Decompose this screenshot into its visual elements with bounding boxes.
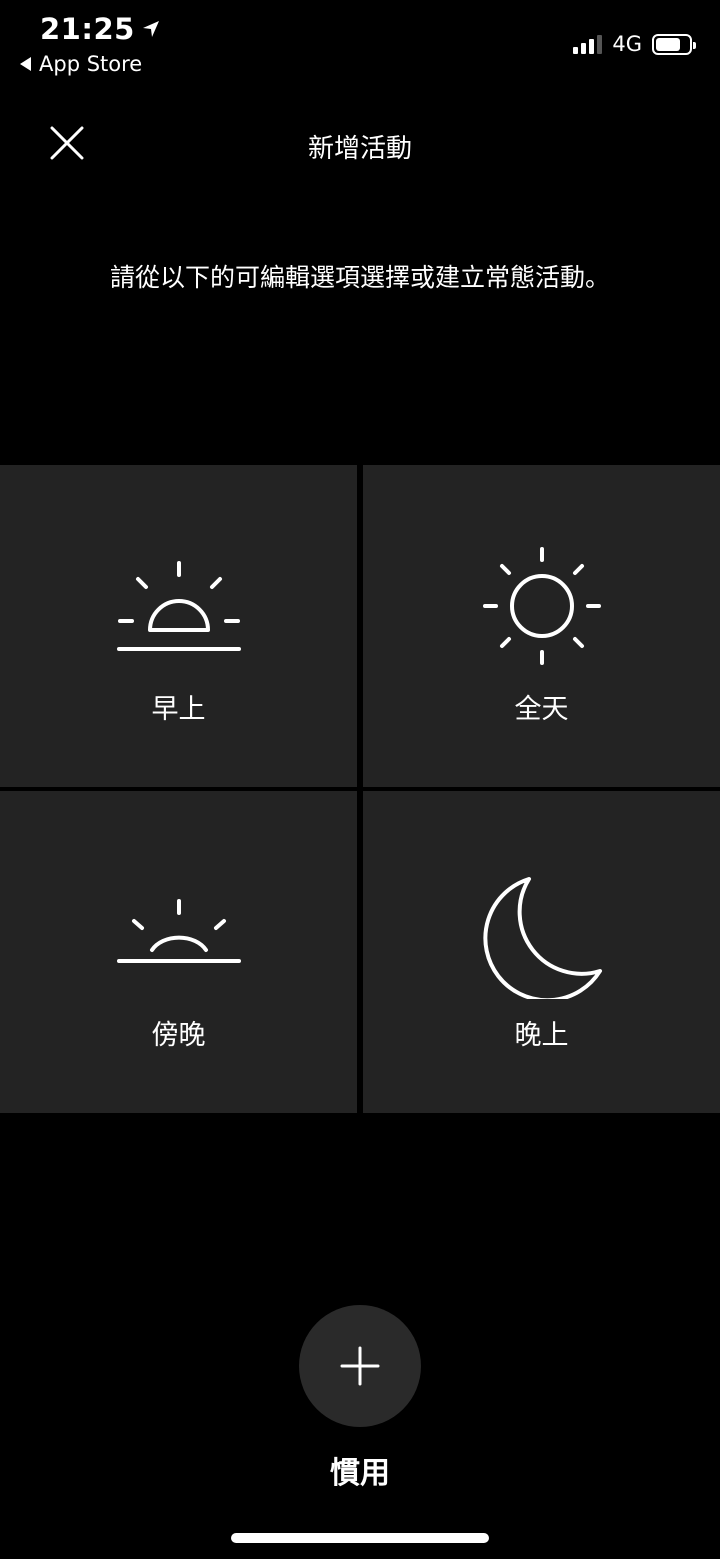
tile-night-label: 晚上 [514,1020,569,1051]
back-triangle-icon [20,57,31,71]
location-arrow-icon [142,21,159,37]
tile-evening-label: 傍晚 [151,1020,206,1051]
status-time-text: 21:25 [40,12,135,46]
cellular-signal-icon [573,34,603,54]
page-title: 新增活動 [307,134,412,164]
back-app-label: App Store [39,52,143,76]
moon-icon [482,877,602,999]
plus-icon [340,1346,380,1386]
battery-icon [652,33,696,55]
sun-icon [482,547,601,665]
add-custom-button[interactable] [299,1305,421,1427]
screen: 21:25 App Store 4G 新增活動 請從以下的可編輯選項選擇或建立常… [0,0,720,1559]
tile-night[interactable]: 晚上 [363,791,720,1113]
tile-evening[interactable]: 傍晚 [0,791,357,1113]
home-indicator[interactable] [231,1533,489,1543]
network-type: 4G [612,32,642,56]
tile-morning[interactable]: 早上 [0,465,357,787]
instruction-text: 請從以下的可編輯選項選擇或建立常態活動。 [109,263,610,292]
sunrise-icon [116,561,241,651]
status-time: 21:25 [40,12,161,46]
back-to-app-store[interactable]: App Store [20,52,142,76]
tile-all-day[interactable]: 全天 [363,465,720,787]
sunset-icon [116,899,241,963]
tile-morning-label: 早上 [151,694,206,725]
status-indicators: 4G [573,32,696,56]
add-custom-label: 慣用 [330,1456,390,1491]
tile-all-day-label: 全天 [514,694,569,725]
activity-options-grid: 早上 全天 傍晚 晚上 [0,465,720,1113]
